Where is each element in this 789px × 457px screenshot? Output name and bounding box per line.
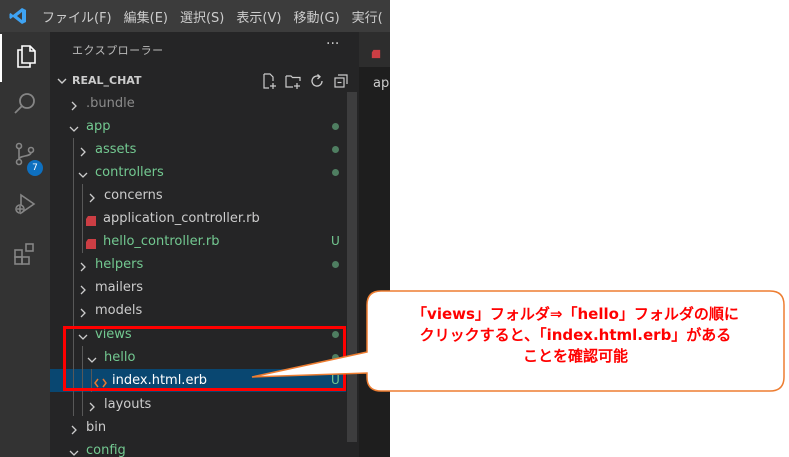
callout-text: 「views」フォルダ⇒「hello」フォルダの順に クリックすると、「inde…	[366, 304, 785, 367]
callout-line-3: ことを確認可能	[522, 347, 628, 365]
callout-line-1: 「views」フォルダ⇒「hello」フォルダの順に	[412, 305, 739, 323]
callout-balloon	[251, 290, 785, 392]
callout-line-2: クリックすると、「index.html.erb」がある	[419, 326, 732, 344]
